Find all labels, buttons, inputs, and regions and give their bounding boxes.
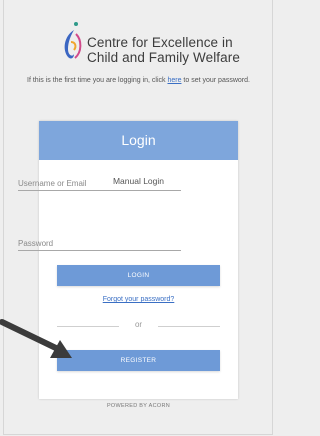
logo-title-line2: Child and Family Welfare — [87, 50, 240, 65]
set-password-link[interactable]: here — [167, 77, 181, 84]
login-button[interactable]: LOGIN — [57, 265, 220, 286]
organization-logo: Centre for Excellence in Child and Famil… — [62, 20, 242, 70]
first-login-notice: If this is the first time you are loggin… — [12, 76, 265, 86]
notice-text-after: to set your password. — [181, 77, 250, 84]
divider-line-right — [158, 326, 220, 327]
powered-by-footer: POWERED BY ACORN — [106, 403, 171, 409]
forgot-password-link[interactable]: Forgot your password? — [39, 296, 238, 303]
register-button[interactable]: REGISTER — [57, 350, 220, 371]
logo-title-line1: Centre for Excellence in — [87, 35, 233, 50]
divider-line-left — [57, 326, 119, 327]
organization-logo-icon — [64, 22, 82, 59]
or-label: or — [134, 320, 143, 329]
notice-text-before: If this is the first time you are loggin… — [27, 77, 168, 84]
or-divider: or — [57, 320, 220, 330]
